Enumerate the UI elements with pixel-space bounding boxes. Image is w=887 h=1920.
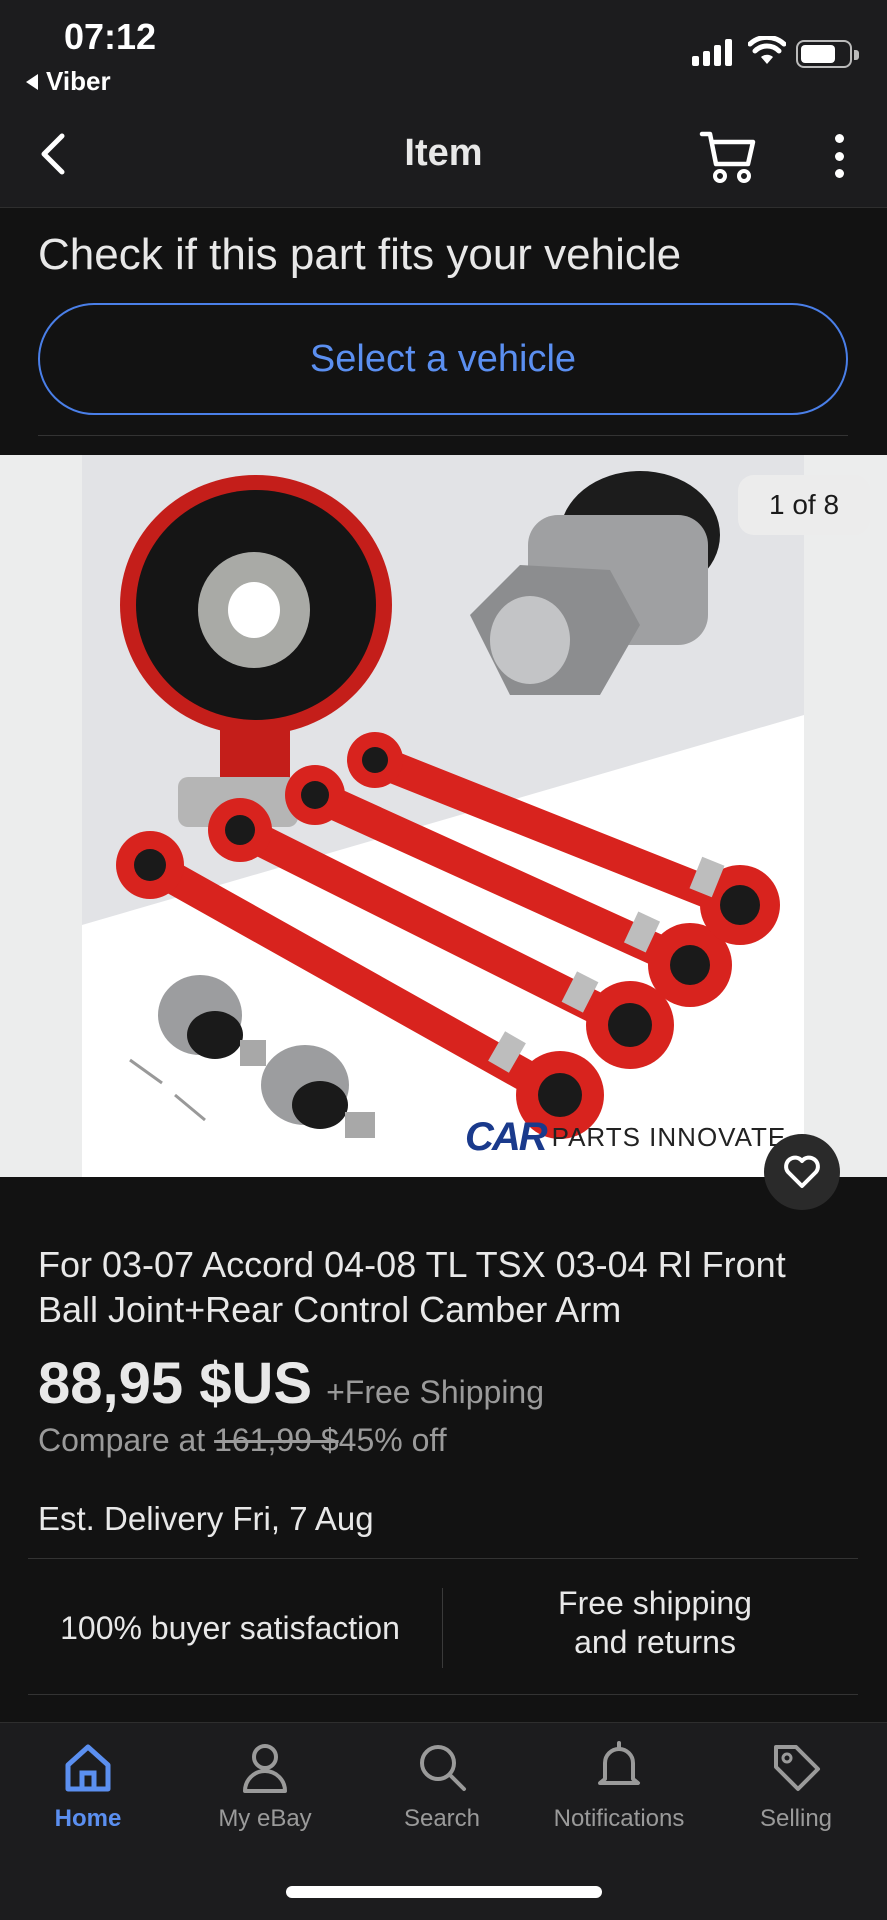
- battery-icon: [796, 40, 859, 68]
- tab-selling[interactable]: Selling: [716, 1739, 876, 1849]
- fitment-heading: Check if this part fits your vehicle: [38, 230, 682, 279]
- top-nav-bar: Item: [0, 100, 887, 208]
- item-price: 88,95 $US: [38, 1351, 313, 1416]
- divider: [28, 1558, 858, 1559]
- buyer-satisfaction-perk: 100% buyer satisfaction: [60, 1609, 400, 1646]
- product-image: [82, 455, 804, 1177]
- home-indicator[interactable]: [286, 1886, 602, 1898]
- compare-price: Compare at 161,99 $45% off: [38, 1422, 447, 1459]
- back-to-app-link[interactable]: Viber: [26, 66, 111, 97]
- watermark-logo: CAR: [465, 1115, 548, 1159]
- free-shipping-returns-perk: Free shipping and returns: [460, 1584, 850, 1662]
- perk-line: and returns: [574, 1624, 736, 1660]
- cellular-signal-icon: [692, 38, 732, 66]
- original-price: 161,99 $: [214, 1422, 339, 1458]
- heart-icon: [784, 1155, 820, 1188]
- delivery-label: Est. Delivery: [38, 1500, 224, 1537]
- tab-notifications[interactable]: Notifications: [539, 1739, 699, 1849]
- delivery-date: Fri, 7 Aug: [232, 1500, 374, 1537]
- shipping-note: +Free Shipping: [326, 1374, 545, 1410]
- person-icon: [243, 1744, 287, 1793]
- status-time: 07:12: [64, 16, 157, 57]
- back-triangle-icon: [26, 73, 38, 90]
- compare-prefix: Compare at: [38, 1422, 206, 1458]
- select-vehicle-button[interactable]: Select a vehicle: [38, 303, 848, 415]
- image-counter: 1 of 8: [738, 475, 870, 535]
- tab-label: Selling: [759, 1805, 833, 1832]
- estimated-delivery: Est. Delivery Fri, 7 Aug: [38, 1500, 374, 1538]
- wifi-icon: [748, 36, 786, 64]
- watermark-text: PARTS INNOVATE: [551, 1122, 787, 1152]
- home-icon: [65, 1744, 111, 1792]
- tab-label: Notifications: [553, 1805, 685, 1832]
- tab-my-ebay[interactable]: My eBay: [185, 1739, 345, 1849]
- status-bar: 07:12 Viber: [0, 0, 887, 100]
- tab-label: Home: [54, 1805, 122, 1832]
- listing-title: For 03-07 Accord 04-08 TL TSX 03-04 Rl F…: [38, 1244, 786, 1330]
- search-icon: [420, 1745, 466, 1791]
- brand-watermark: CAR PARTS INNOVATE: [465, 1115, 786, 1160]
- price-row: 88,95 $US +Free Shipping: [38, 1350, 544, 1417]
- tag-icon: [774, 1745, 820, 1791]
- watch-heart-button[interactable]: [764, 1134, 840, 1210]
- bell-icon: [598, 1741, 640, 1785]
- perk-line: Free shipping: [558, 1585, 752, 1621]
- perk-separator: [442, 1588, 443, 1668]
- more-options-icon[interactable]: [824, 134, 854, 178]
- back-app-label: Viber: [46, 66, 111, 96]
- tab-home[interactable]: Home: [8, 1739, 168, 1849]
- tab-label: My eBay: [218, 1805, 312, 1832]
- divider: [38, 435, 848, 436]
- divider: [28, 1694, 858, 1695]
- tab-search[interactable]: Search: [362, 1739, 522, 1849]
- tab-label: Search: [403, 1805, 481, 1832]
- discount-label: 45% off: [338, 1422, 447, 1458]
- product-image-gallery[interactable]: 1 of 8 CAR PARTS INNOVATE: [0, 455, 887, 1177]
- cart-icon[interactable]: [698, 126, 758, 186]
